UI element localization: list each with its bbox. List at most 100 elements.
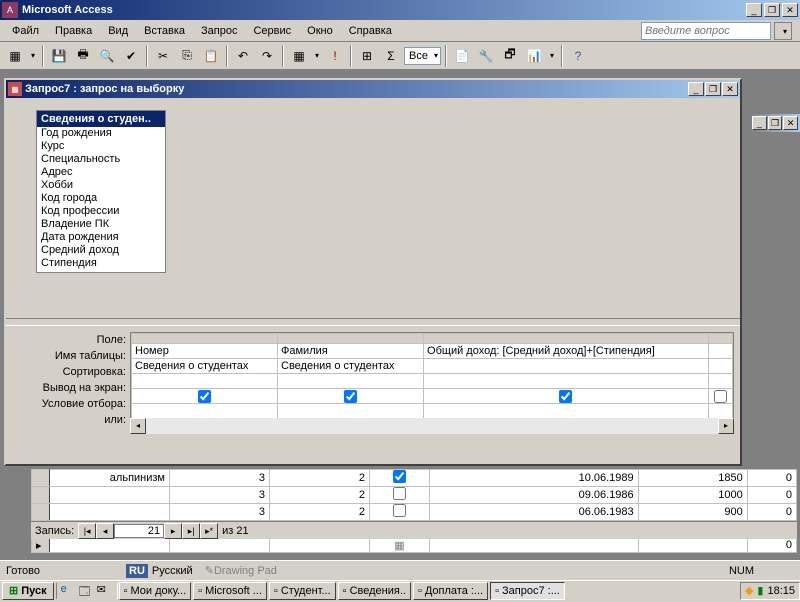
grid-cell-table[interactable]: Сведения о студентах bbox=[132, 359, 278, 374]
field-list-item[interactable]: Код профессии bbox=[37, 205, 165, 218]
data-cell[interactable]: 2 bbox=[270, 470, 370, 487]
taskbar-button[interactable]: ▫Доплата :... bbox=[413, 582, 488, 600]
recnav-prev-icon[interactable]: ◂ bbox=[96, 523, 114, 539]
recnav-next-icon[interactable]: ▸ bbox=[164, 523, 182, 539]
top-values-combo[interactable]: Все bbox=[404, 47, 441, 65]
preview-icon[interactable]: 🔍 bbox=[96, 45, 118, 67]
data-cell[interactable]: 0 bbox=[747, 504, 796, 521]
data-checkbox[interactable] bbox=[393, 470, 406, 483]
taskbar-button[interactable]: ▫Запрос7 :... bbox=[490, 582, 565, 600]
tray-icon-1[interactable]: ◆ bbox=[745, 584, 753, 597]
menu-file[interactable]: Файл bbox=[4, 23, 47, 39]
system-tray[interactable]: ◆ ▮ 18:15 bbox=[740, 582, 800, 600]
save-icon[interactable]: 💾 bbox=[48, 45, 70, 67]
grid-show-checkbox[interactable] bbox=[714, 390, 727, 403]
data-cell[interactable] bbox=[50, 504, 170, 521]
column-selector[interactable] bbox=[132, 334, 278, 344]
qwin-restore-button[interactable]: ❐ bbox=[705, 82, 721, 96]
data-cell[interactable]: 0 bbox=[747, 487, 796, 504]
data-cell[interactable] bbox=[370, 487, 430, 504]
grid-cell-show[interactable] bbox=[424, 389, 709, 404]
grid-cell-table[interactable] bbox=[424, 359, 709, 374]
data-cell[interactable]: 3 bbox=[170, 487, 270, 504]
grid-cell-criteria[interactable] bbox=[708, 404, 732, 419]
question-box[interactable]: ▾ bbox=[641, 22, 792, 40]
data-cell[interactable] bbox=[270, 538, 370, 553]
dbwindow-icon[interactable]: 🗗 bbox=[499, 45, 521, 67]
data-cell[interactable] bbox=[638, 538, 747, 553]
field-list-item[interactable]: Год рождения bbox=[37, 127, 165, 140]
data-cell[interactable] bbox=[50, 538, 170, 553]
recnav-current-input[interactable] bbox=[114, 524, 164, 538]
properties-icon[interactable]: 📄 bbox=[451, 45, 473, 67]
field-list-item[interactable]: Владение ПК bbox=[37, 218, 165, 231]
data-cell[interactable] bbox=[170, 538, 270, 553]
paste-icon[interactable]: 📋 bbox=[200, 45, 222, 67]
taskbar-button[interactable]: ▫Сведения.. bbox=[338, 582, 411, 600]
data-cell[interactable] bbox=[370, 470, 430, 487]
ql-mail-icon[interactable]: ✉ bbox=[97, 583, 113, 599]
grid-cell-sort[interactable] bbox=[132, 374, 278, 389]
grid-hscrollbar[interactable]: ◂ ▸ bbox=[130, 418, 734, 434]
column-selector[interactable] bbox=[708, 334, 732, 344]
field-list-item[interactable]: Курс bbox=[37, 140, 165, 153]
question-input[interactable] bbox=[641, 22, 771, 40]
grid-cell-field[interactable] bbox=[708, 344, 732, 359]
help-icon[interactable]: ? bbox=[567, 45, 589, 67]
grid-show-checkbox[interactable] bbox=[344, 390, 357, 403]
grid-cell-show[interactable] bbox=[278, 389, 424, 404]
data-cell[interactable] bbox=[370, 504, 430, 521]
menu-help[interactable]: Справка bbox=[341, 23, 400, 39]
close-button[interactable]: ✕ bbox=[782, 3, 798, 17]
grid-cell-criteria[interactable] bbox=[278, 404, 424, 419]
taskbar-button[interactable]: ▫Студент... bbox=[269, 582, 336, 600]
bg-minimize-button[interactable]: _ bbox=[752, 116, 767, 130]
spell-icon[interactable]: ✔ bbox=[120, 45, 142, 67]
data-cell[interactable]: 10.06.1989 bbox=[430, 470, 639, 487]
start-button[interactable]: ⊞ Пуск bbox=[2, 582, 54, 600]
taskbar-button[interactable]: ▫Microsoft ... bbox=[193, 582, 267, 600]
data-cell[interactable] bbox=[430, 538, 639, 553]
view-button[interactable]: ▦ bbox=[4, 45, 26, 67]
minimize-button[interactable]: _ bbox=[746, 3, 762, 17]
bg-close-button[interactable]: ✕ bbox=[783, 116, 798, 130]
scroll-track[interactable] bbox=[146, 418, 718, 434]
field-list-item[interactable]: Хобби bbox=[37, 179, 165, 192]
qwin-minimize-button[interactable]: _ bbox=[688, 82, 704, 96]
grid-cell-show[interactable] bbox=[132, 389, 278, 404]
run-icon[interactable]: ! bbox=[324, 45, 346, 67]
menu-view[interactable]: Вид bbox=[100, 23, 136, 39]
field-list-item[interactable]: Дата рождения bbox=[37, 231, 165, 244]
view-dropdown-icon[interactable]: ▾ bbox=[28, 45, 38, 67]
grid-cell-sort[interactable] bbox=[278, 374, 424, 389]
field-list-item[interactable]: Код города bbox=[37, 192, 165, 205]
undo-icon[interactable]: ↶ bbox=[232, 45, 254, 67]
pane-splitter[interactable] bbox=[6, 318, 740, 326]
totals-icon[interactable]: Σ bbox=[380, 45, 402, 67]
data-cell[interactable]: 1850 bbox=[638, 470, 747, 487]
taskbar-button[interactable]: ▫Мои доку... bbox=[119, 582, 192, 600]
scroll-right-icon[interactable]: ▸ bbox=[718, 418, 734, 434]
recnav-new-icon[interactable]: ▸* bbox=[200, 523, 218, 539]
grid-cell-show[interactable] bbox=[708, 389, 732, 404]
data-cell[interactable]: 0 bbox=[747, 538, 796, 553]
bg-restore-button[interactable]: ❐ bbox=[768, 116, 783, 130]
grid-cell-table[interactable] bbox=[708, 359, 732, 374]
data-cell[interactable]: 3 bbox=[170, 470, 270, 487]
data-checkbox[interactable] bbox=[393, 487, 406, 500]
data-cell[interactable]: ▦ bbox=[370, 538, 430, 553]
build-icon[interactable]: 🔧 bbox=[475, 45, 497, 67]
data-cell[interactable]: 900 bbox=[638, 504, 747, 521]
field-list-item[interactable]: Средний доход bbox=[37, 244, 165, 257]
tray-icon-2[interactable]: ▮ bbox=[757, 584, 763, 597]
data-checkbox[interactable] bbox=[393, 504, 406, 517]
grid-cell-field[interactable]: Фамилия bbox=[278, 344, 424, 359]
data-cell[interactable]: 06.06.1983 bbox=[430, 504, 639, 521]
menu-tools[interactable]: Сервис bbox=[245, 23, 299, 39]
ql-ie-icon[interactable]: e bbox=[61, 583, 77, 599]
query-tables-pane[interactable]: Сведения о студен.. Год рожденияКурсСпец… bbox=[6, 98, 740, 318]
field-list-item[interactable]: Стипендия bbox=[37, 257, 165, 270]
row-header[interactable]: ▸ bbox=[32, 538, 50, 553]
redo-icon[interactable]: ↷ bbox=[256, 45, 278, 67]
field-list-item[interactable]: Специальность bbox=[37, 153, 165, 166]
